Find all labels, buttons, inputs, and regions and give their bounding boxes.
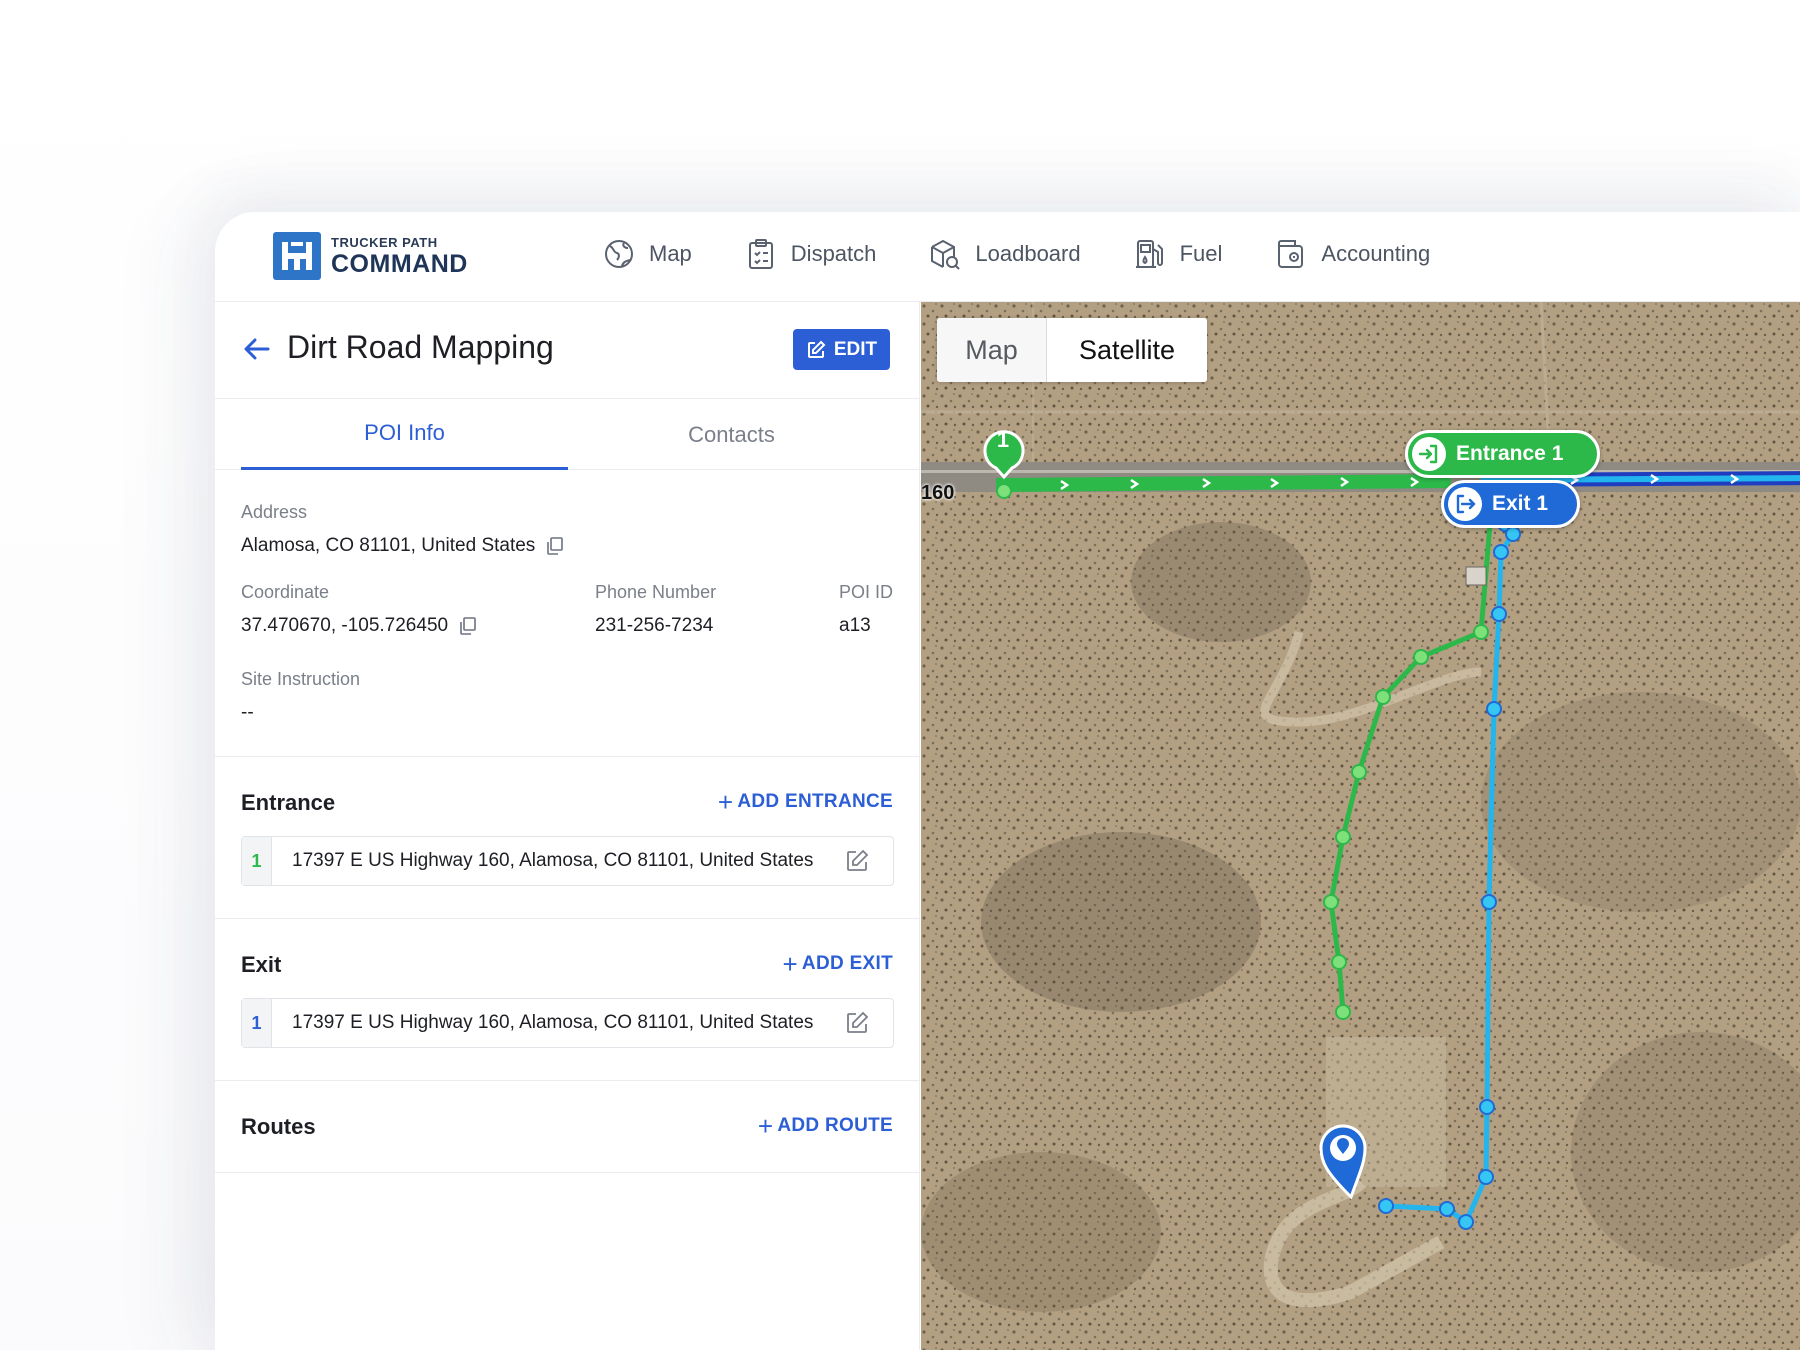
nav-item-fuel[interactable]: Fuel: [1133, 237, 1223, 271]
exit-item[interactable]: 1 17397 E US Highway 160, Alamosa, CO 81…: [241, 998, 894, 1048]
entrance-item[interactable]: 1 17397 E US Highway 160, Alamosa, CO 81…: [241, 836, 894, 886]
exit-marker-label: Exit 1: [1492, 492, 1549, 515]
copy-address-icon[interactable]: [545, 536, 565, 556]
divider: [215, 756, 920, 757]
nav-item-loadboard[interactable]: Loadboard: [928, 237, 1081, 271]
copy-coordinate-icon[interactable]: [458, 616, 478, 636]
satellite-map[interactable]: 160 1 Map Satellite Entrance 1 Exit 1: [921, 302, 1800, 1350]
app-window: TRUCKER PATH COMMAND Map Dispatch Loadbo…: [215, 212, 1800, 1350]
entrance-item-number: 1: [242, 837, 272, 885]
exit-item-number: 1: [242, 999, 272, 1047]
address-row: Alamosa, CO 81101, United States: [241, 535, 565, 557]
add-route-label: ADD ROUTE: [777, 1115, 893, 1136]
routes-section-title: Routes: [241, 1114, 316, 1139]
globe-icon: [605, 240, 633, 268]
poi-detail-panel: Dirt Road Mapping EDIT POI Info Contacts…: [215, 302, 920, 1350]
app-logo[interactable]: TRUCKER PATH COMMAND: [273, 232, 468, 280]
exit-marker[interactable]: Exit 1: [1441, 480, 1580, 528]
nav-label-dispatch: Dispatch: [790, 241, 877, 266]
edit-exit-icon[interactable]: [845, 1011, 869, 1035]
phone-value: 231-256-7234: [595, 615, 714, 636]
address-label: Address: [241, 502, 308, 522]
poi-id-value: a13: [839, 615, 871, 636]
nav-label-accounting: Accounting: [1321, 241, 1431, 266]
nav-label-fuel: Fuel: [1179, 241, 1223, 266]
exit-item-address: 17397 E US Highway 160, Alamosa, CO 8110…: [292, 1012, 814, 1033]
coordinate-row: 37.470670, -105.726450: [241, 615, 478, 637]
entrance-section-title: Entrance: [241, 790, 336, 815]
entrance-item-address: 17397 E US Highway 160, Alamosa, CO 8110…: [292, 850, 814, 871]
entrance-marker-label: Entrance 1: [1456, 442, 1564, 465]
plus-icon: +: [782, 949, 798, 979]
divider: [215, 1172, 920, 1173]
tab-poi-info[interactable]: POI Info: [241, 399, 568, 470]
back-arrow-icon[interactable]: [242, 334, 272, 364]
clipboard-icon: [748, 239, 773, 269]
road-label: 160: [921, 482, 955, 504]
poi-id-label: POI ID: [839, 582, 894, 602]
coordinate-label: Coordinate: [241, 582, 330, 602]
add-exit-button[interactable]: + ADD EXIT: [782, 951, 893, 977]
fuel-pump-icon: [1135, 240, 1163, 268]
logo-big-text: COMMAND: [331, 249, 468, 278]
divider: [215, 918, 920, 919]
add-entrance-button[interactable]: + ADD ENTRANCE: [718, 789, 893, 815]
logo-small-text: TRUCKER PATH: [331, 234, 438, 250]
page-title: Dirt Road Mapping: [287, 329, 554, 365]
map-view-option-satellite[interactable]: Satellite: [1047, 318, 1207, 382]
entrance-icon: [1412, 437, 1446, 471]
nav-item-dispatch[interactable]: Dispatch: [744, 237, 877, 271]
site-instruction-label: Site Instruction: [241, 669, 361, 689]
coordinate-value: 37.470670, -105.726450: [241, 615, 449, 636]
edit-entrance-icon[interactable]: [845, 849, 869, 873]
plus-icon: +: [757, 1111, 774, 1141]
map-view-option-map[interactable]: Map: [937, 318, 1047, 382]
entrance-pin-number[interactable]: 1: [983, 425, 1023, 455]
add-route-button[interactable]: + ADD ROUTE: [758, 1113, 893, 1139]
logo-mark-icon: [273, 232, 321, 280]
nav-label-map: Map: [649, 241, 692, 266]
entrance-marker[interactable]: Entrance 1: [1405, 430, 1600, 478]
divider: [215, 1080, 920, 1081]
exit-section-title: Exit: [241, 952, 282, 977]
address-value: Alamosa, CO 81101, United States: [241, 535, 536, 556]
nav-label-loadboard: Loadboard: [975, 241, 1081, 266]
top-navigation-bar: TRUCKER PATH COMMAND Map Dispatch Loadbo…: [215, 212, 1800, 302]
satellite-terrain: [921, 302, 1800, 1350]
edit-icon: [807, 340, 826, 358]
nav-item-map[interactable]: Map: [602, 237, 692, 271]
add-exit-label: ADD EXIT: [801, 953, 893, 974]
site-instruction-value: --: [241, 702, 254, 723]
edit-button-label: EDIT: [833, 338, 878, 360]
add-entrance-label: ADD ENTRANCE: [737, 791, 893, 812]
tab-contacts[interactable]: Contacts: [568, 399, 895, 470]
tab-bar: POI Info Contacts: [215, 399, 919, 470]
wallet-icon: [1278, 240, 1304, 268]
plus-icon: +: [717, 787, 734, 817]
nav-item-accounting[interactable]: Accounting: [1274, 237, 1430, 271]
box-search-icon: [931, 239, 961, 270]
edit-button[interactable]: EDIT: [793, 329, 890, 370]
map-view-toggle: Map Satellite: [937, 318, 1207, 382]
main-nav: Map Dispatch Loadboard Fuel Accounting: [602, 237, 1482, 271]
panel-header: Dirt Road Mapping EDIT: [215, 302, 919, 399]
exit-icon: [1448, 487, 1482, 521]
phone-label: Phone Number: [595, 582, 717, 602]
